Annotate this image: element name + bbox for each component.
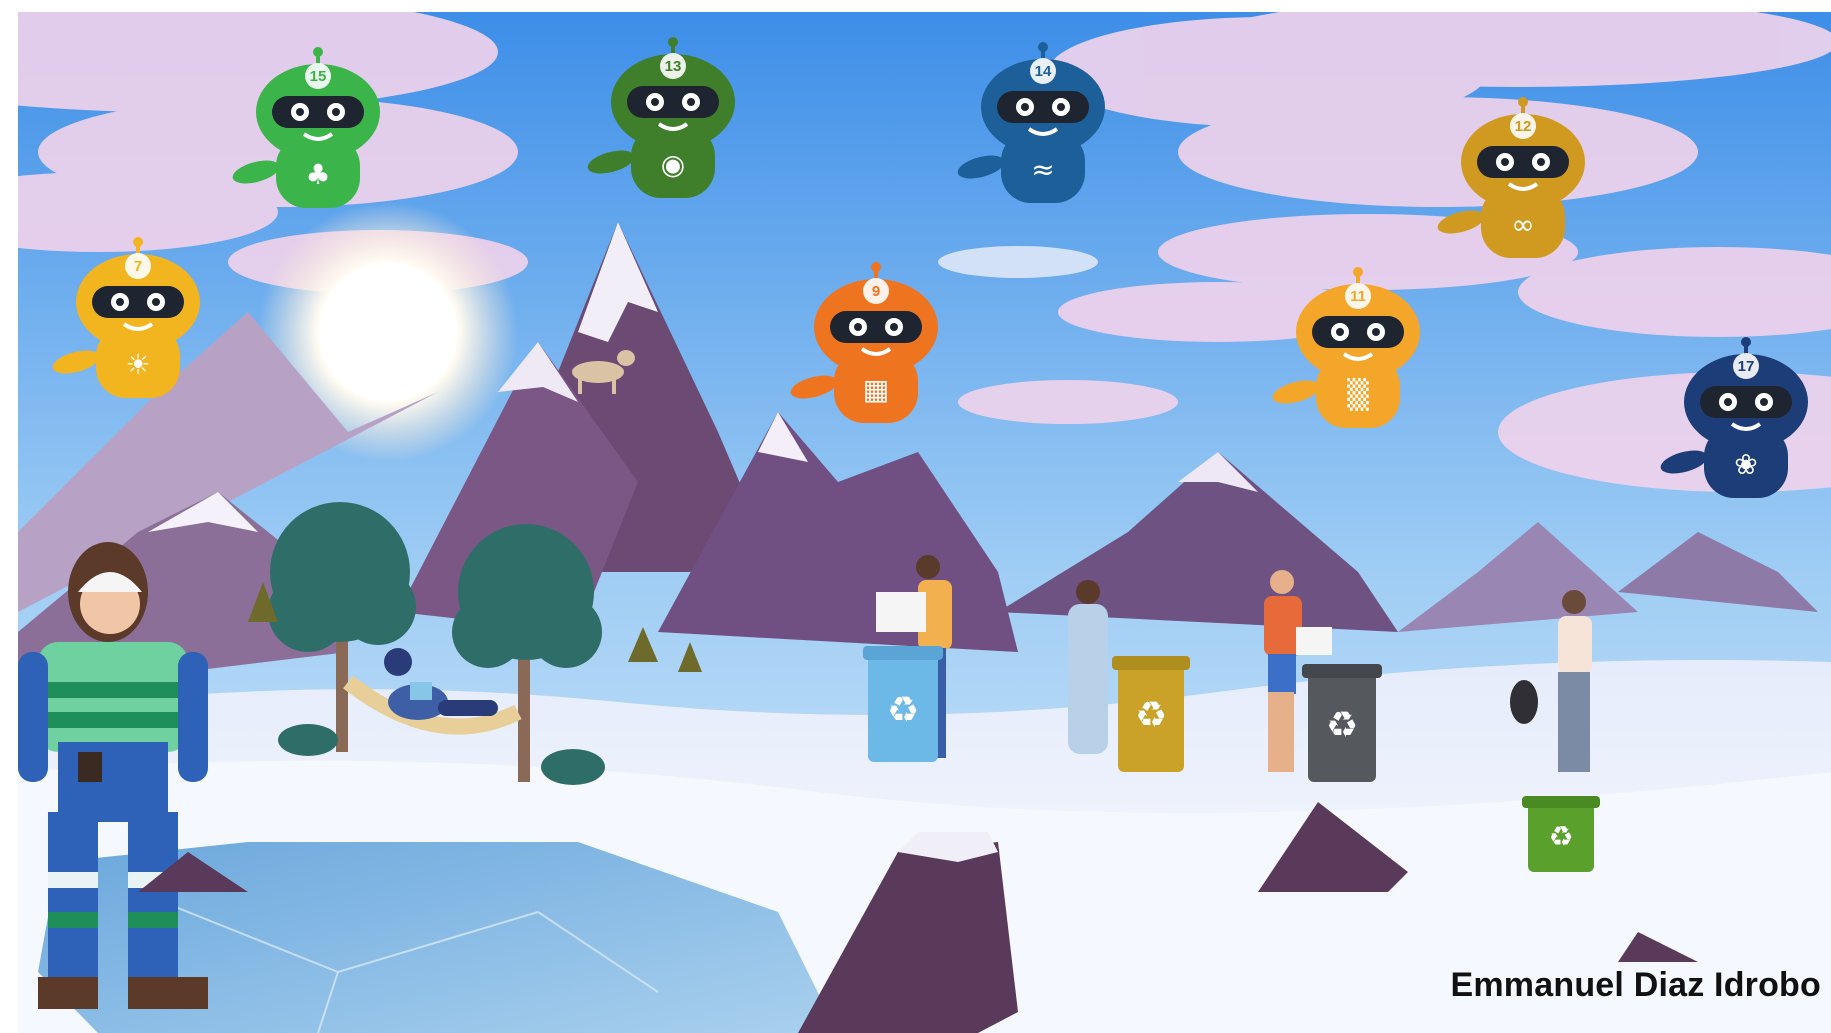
author-credit: Emmanuel Diaz Idrobo [1450, 966, 1821, 1004]
cubes-icon: ▦ [863, 373, 889, 406]
robot-number: 7 [134, 258, 142, 275]
bin-green: ♻ [1522, 796, 1600, 872]
robot-number: 12 [1515, 118, 1532, 135]
eye-globe-icon: ◉ [661, 148, 685, 181]
flower-icon: ❀ [1734, 448, 1757, 481]
robot-number: 9 [872, 283, 880, 300]
robot-number: 13 [665, 58, 682, 75]
recycle-icon: ♻ [887, 690, 919, 731]
recycle-icon: ♻ [1135, 695, 1167, 736]
bin-blue: ♻ [863, 646, 943, 762]
scene-svg: ♻ ♻ ♻ ♻ 15 ♣ 13 ◉ 14 ≈12 ∞ 7 ☀ 9 ▦ 11 ▒ 17 ❀ [18, 12, 1831, 1033]
robot-number: 11 [1350, 288, 1366, 305]
winter-sdg-illustration: ♻ ♻ ♻ ♻ 15 ♣ 13 ◉ 14 ≈12 ∞ 7 ☀ 9 ▦ 11 ▒ 17 ❀ [18, 12, 1831, 1033]
recycle-icon: ♻ [1326, 705, 1358, 746]
city-icon: ▒ [1347, 377, 1369, 411]
tree-life-icon: ♣ [305, 158, 330, 191]
robot-number: 17 [1738, 358, 1755, 375]
bin-yellow: ♻ [1112, 656, 1190, 772]
bin-grey: ♻ [1302, 664, 1382, 782]
infinity-icon: ∞ [1511, 208, 1534, 241]
robot-number: 15 [310, 68, 327, 85]
fish-icon: ≈ [1031, 153, 1054, 186]
sun-icon: ☀ [125, 348, 150, 381]
robot-number: 14 [1035, 63, 1052, 80]
recycle-icon: ♻ [1548, 820, 1573, 853]
